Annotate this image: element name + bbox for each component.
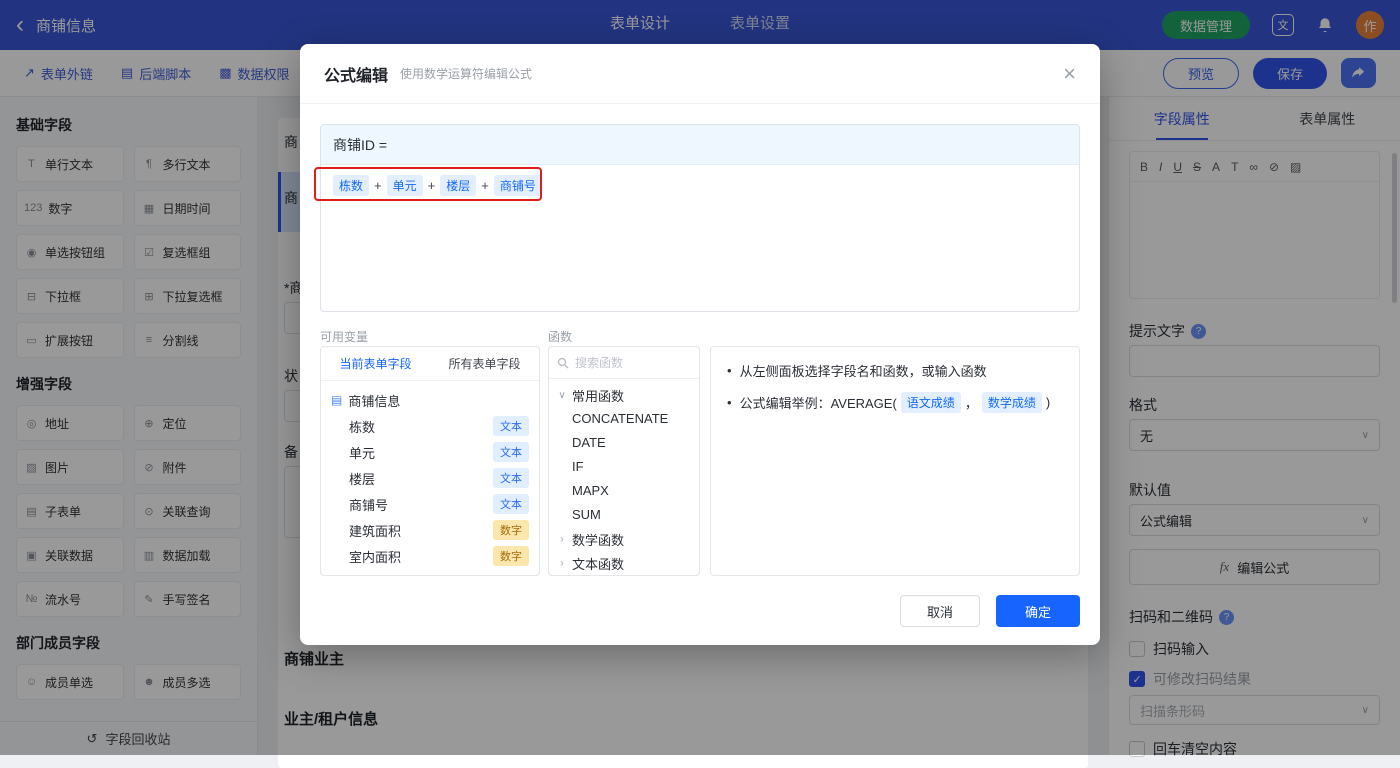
chevron-right-icon: › [557, 534, 567, 545]
plus-operator: + [481, 178, 489, 193]
tip-example-prefix: 公式编辑举例：AVERAGE( [740, 393, 897, 412]
type-tag: 文本 [493, 468, 529, 488]
bullet: • [727, 363, 732, 378]
formula-tips-panel: • 从左侧面板选择字段名和函数，或输入函数 • 公式编辑举例：AVERAGE( … [710, 346, 1080, 576]
example-chip: 语文成绩 [901, 392, 961, 413]
variable-name: 室内面积 [349, 547, 401, 566]
tab-current-form-fields[interactable]: 当前表单字段 [321, 347, 430, 380]
formula-target-text: 商铺ID = [333, 135, 387, 155]
variable-name: 建筑面积 [349, 521, 401, 540]
modal-header: 公式编辑 使用数学运算符编辑公式 × [300, 44, 1100, 104]
close-icon[interactable]: × [1063, 63, 1076, 85]
formula-chip[interactable]: 楼层 [440, 175, 476, 196]
functions-panel: 搜索函数 ∨ 常用函数 CONCATENATE DATE IF MAPX SUM… [548, 346, 700, 576]
modal-subtitle: 使用数学运算符编辑公式 [400, 65, 532, 82]
formula-chip[interactable]: 栋数 [333, 175, 369, 196]
search-placeholder: 搜索函数 [575, 354, 623, 371]
chevron-down-icon: ∨ [557, 390, 567, 401]
comma-separator: ， [965, 393, 978, 412]
function-group-common[interactable]: ∨ 常用函数 [557, 383, 691, 407]
variable-name: 栋数 [349, 417, 375, 436]
function-item-mapx[interactable]: MAPX [557, 479, 691, 503]
variables-tabs: 当前表单字段 所有表单字段 [321, 347, 539, 381]
function-group-text[interactable]: › 文本函数 [557, 551, 691, 575]
functions-list: ∨ 常用函数 CONCATENATE DATE IF MAPX SUM › 数学… [549, 379, 699, 576]
variables-group[interactable]: ▤ 商铺信息 [331, 387, 529, 413]
form-doc-icon: ▤ [331, 393, 342, 407]
search-icon [557, 357, 569, 369]
tip-line-2: • 公式编辑举例：AVERAGE( 语文成绩 ， 数学成绩 ) [727, 392, 1063, 413]
tip-line-1: • 从左侧面板选择字段名和函数，或输入函数 [727, 361, 1063, 380]
type-tag: 文本 [493, 494, 529, 514]
modal-footer: 取消 确定 [300, 577, 1100, 645]
plus-operator: + [428, 178, 436, 193]
confirm-button[interactable]: 确定 [996, 595, 1080, 627]
variables-panel: 当前表单字段 所有表单字段 ▤ 商铺信息 栋数 文本 单元 文本 楼层 文本 商… [320, 346, 540, 576]
formula-editor[interactable]: 商铺ID = 栋数 + 单元 + 楼层 + 商铺号 [320, 124, 1080, 312]
function-item-sum[interactable]: SUM [557, 503, 691, 527]
variable-row[interactable]: 栋数 文本 [331, 413, 529, 439]
tip-text: 从左侧面板选择字段名和函数，或输入函数 [740, 361, 987, 380]
formula-target: 商铺ID = [321, 125, 1079, 165]
type-tag: 文本 [493, 442, 529, 462]
variables-list: ▤ 商铺信息 栋数 文本 单元 文本 楼层 文本 商铺号 文本 建筑面积 数字 [321, 381, 539, 575]
formula-chip[interactable]: 单元 [387, 175, 423, 196]
chevron-right-icon: › [557, 558, 567, 569]
function-group-label: 文本函数 [572, 554, 624, 573]
function-search-input[interactable]: 搜索函数 [549, 347, 699, 379]
variable-name: 楼层 [349, 469, 375, 488]
type-tag: 文本 [493, 416, 529, 436]
variable-name: 商铺号 [349, 495, 388, 514]
variable-row[interactable]: 室内面积 数字 [331, 543, 529, 569]
plus-operator: + [374, 178, 382, 193]
function-item-date[interactable]: DATE [557, 431, 691, 455]
functions-label: 函数 [548, 328, 572, 345]
variable-row[interactable]: 单元 文本 [331, 439, 529, 465]
example-chip: 数学成绩 [982, 392, 1042, 413]
variables-label: 可用变量 [320, 328, 368, 345]
formula-edit-modal: 公式编辑 使用数学运算符编辑公式 × 商铺ID = 栋数 + 单元 + 楼层 +… [300, 44, 1100, 645]
bullet: • [727, 395, 732, 410]
function-group-label: 常用函数 [572, 386, 624, 405]
formula-expression: 栋数 + 单元 + 楼层 + 商铺号 [321, 165, 1079, 206]
variable-row[interactable]: 建筑面积 数字 [331, 517, 529, 543]
function-item-if[interactable]: IF [557, 455, 691, 479]
cancel-button[interactable]: 取消 [900, 595, 980, 627]
variables-group-label: 商铺信息 [348, 391, 400, 410]
variable-name: 单元 [349, 443, 375, 462]
tab-all-form-fields[interactable]: 所有表单字段 [430, 347, 539, 380]
function-item-concatenate[interactable]: CONCATENATE [557, 407, 691, 431]
type-tag: 数字 [493, 520, 529, 540]
function-group-label: 数学函数 [572, 530, 624, 549]
modal-title: 公式编辑 [324, 62, 388, 86]
type-tag: 数字 [493, 546, 529, 566]
variable-row[interactable]: 楼层 文本 [331, 465, 529, 491]
function-group-math[interactable]: › 数学函数 [557, 527, 691, 551]
tip-example-suffix: ) [1046, 395, 1050, 410]
formula-chip[interactable]: 商铺号 [494, 175, 542, 196]
variable-row[interactable]: 商铺号 文本 [331, 491, 529, 517]
